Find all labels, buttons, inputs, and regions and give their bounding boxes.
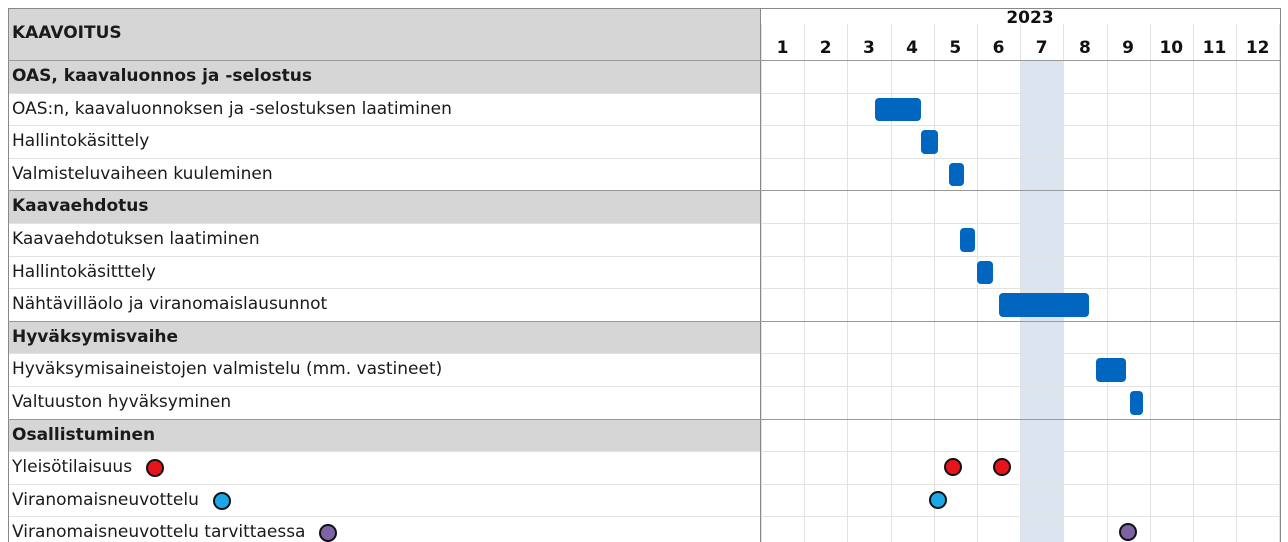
event-marker xyxy=(929,490,948,509)
grid-hline xyxy=(8,483,1281,485)
month-label: 11 xyxy=(1202,38,1227,58)
grid-vline xyxy=(1149,24,1151,542)
legend-marker xyxy=(319,524,338,542)
month-label: 7 xyxy=(1035,38,1048,58)
task-bar xyxy=(959,228,975,252)
task-label: Nähtävilläolo ja viranomaislausunnot xyxy=(12,294,328,315)
gantt-chart: KAAVOITUS 2023 1 2 3 4 5 6 7 8 9 10 11 12 OAS, kaavalu… xyxy=(0,0,1288,542)
section-title: Hyväksymisvaihe xyxy=(12,326,179,347)
section-title: Osallistuminen xyxy=(12,424,156,445)
task-bar xyxy=(875,97,921,122)
month-label: 4 xyxy=(906,38,919,58)
event-marker xyxy=(993,458,1012,477)
legend-label: Viranomaisneuvottelu tarvittaessa xyxy=(12,522,306,542)
month-label: 9 xyxy=(1122,38,1135,58)
task-label: Valmisteluvaiheen kuuleminen xyxy=(12,163,273,184)
section-title: Kaavaehdotus xyxy=(12,196,149,217)
event-marker xyxy=(1119,523,1138,542)
header-title: KAAVOITUS xyxy=(12,23,122,43)
section-line xyxy=(8,320,1281,322)
grid-vline xyxy=(1020,24,1022,542)
task-label: Hallintokäsitttely xyxy=(12,261,156,282)
label-divider xyxy=(760,8,761,542)
grid-vline xyxy=(1106,24,1108,542)
grid-vline xyxy=(847,24,849,542)
task-bar xyxy=(948,162,965,187)
task-bar xyxy=(999,293,1090,317)
task-bar xyxy=(1130,391,1144,415)
task-label: Kaavaehdotuksen laatiminen xyxy=(12,229,260,249)
month-label: 10 xyxy=(1159,38,1184,58)
task-bar xyxy=(920,130,939,154)
section-title: OAS, kaavaluonnos ja -selostus xyxy=(12,66,312,86)
month-label: 2 xyxy=(819,38,832,58)
month-label: 1 xyxy=(776,38,789,58)
task-label: Valtuuston hyväksyminen xyxy=(12,392,232,412)
grid-vline xyxy=(933,24,935,542)
task-label: Hyväksymisaineistojen valmistelu (mm. va… xyxy=(12,359,443,380)
frame-right xyxy=(1280,8,1281,542)
month-label: 8 xyxy=(1078,38,1091,58)
legend-marker xyxy=(212,491,231,510)
grid-hline xyxy=(8,451,1281,453)
year-label: 2023 xyxy=(1006,8,1054,28)
section-line xyxy=(8,190,1281,192)
task-bar xyxy=(977,260,994,285)
grid-vline xyxy=(1193,24,1194,542)
task-label: Hallintokäsittely xyxy=(12,131,150,152)
section-line xyxy=(8,418,1281,420)
task-bar xyxy=(1095,358,1127,382)
month-label: 6 xyxy=(992,38,1005,58)
legend-marker xyxy=(146,459,165,478)
grid-hline xyxy=(8,255,1281,257)
frame-top xyxy=(8,8,1281,9)
grid-vline xyxy=(1063,24,1065,542)
frame-left xyxy=(8,8,9,542)
month-label: 5 xyxy=(949,38,962,58)
grid-hline xyxy=(8,125,1281,127)
legend-label: Viranomaisneuvottelu xyxy=(12,489,199,510)
legend-label: Yleisötilaisuus xyxy=(12,457,133,478)
month-label: 3 xyxy=(862,38,875,58)
task-label: OAS:n, kaavaluonnoksen ja -selostuksen l… xyxy=(12,98,452,119)
month-label: 12 xyxy=(1245,38,1270,58)
grid-vline xyxy=(804,24,806,542)
event-marker xyxy=(944,458,963,477)
grid-vline xyxy=(1236,24,1238,542)
grid-vline xyxy=(761,24,762,542)
